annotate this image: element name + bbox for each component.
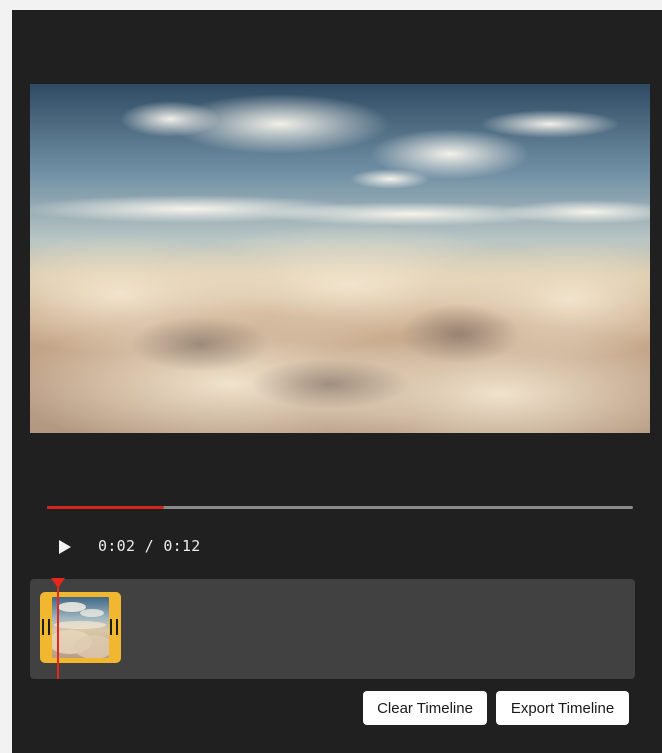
clouds-thumbnail [52,597,109,658]
video-editor: 0:02 / 0:12 Clear Timeline Export Timeli… [12,10,662,753]
export-timeline-button[interactable]: Export Timeline [496,691,629,725]
time-display: 0:02 / 0:12 [98,537,201,555]
play-button[interactable] [56,538,74,556]
clip-thumbnail [52,597,109,658]
timeline-clip[interactable] [40,592,121,663]
progress-bar[interactable] [47,506,633,509]
clip-trim-handle-right[interactable] [110,619,118,635]
video-frame-clouds [30,84,650,433]
playhead-marker-icon[interactable] [51,578,65,588]
video-preview[interactable] [30,84,650,433]
clear-timeline-button[interactable]: Clear Timeline [363,691,487,725]
timeline-playhead[interactable] [51,578,65,679]
play-icon [59,540,71,554]
progress-fill [47,506,165,509]
clip-trim-handle-left[interactable] [42,619,50,635]
timeline-track[interactable] [30,578,635,679]
